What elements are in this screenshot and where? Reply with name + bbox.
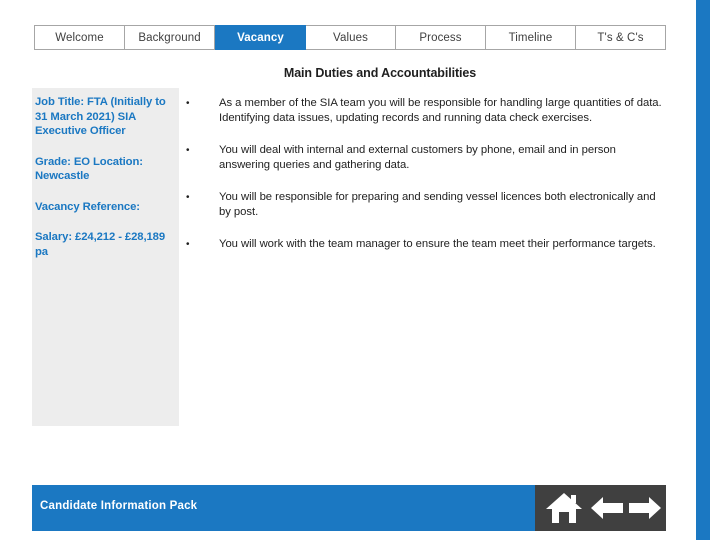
bullet-text: You will be responsible for preparing an… [219, 191, 656, 218]
section-title: Main Duties and Accountabilities [283, 66, 477, 80]
bullet-text: As a member of the SIA team you will be … [219, 97, 662, 124]
right-edge-bar [696, 0, 720, 540]
home-icon[interactable] [543, 490, 585, 526]
tab-values[interactable]: Values [306, 25, 396, 50]
tab-bar: Welcome Background Vacancy Values Proces… [34, 25, 666, 50]
right-edge-bar-inner [710, 0, 720, 540]
slide: Welcome Background Vacancy Values Proces… [0, 0, 720, 540]
tab-terms-and-conditions[interactable]: T's & C's [576, 25, 666, 50]
footer-nav-icons [535, 485, 666, 531]
bullet-text: You will deal with internal and external… [219, 144, 616, 171]
list-item: • As a member of the SIA team you will b… [186, 96, 666, 125]
salary-detail: Salary: £24,212 - £28,189 pa [35, 231, 166, 258]
bullet-marker-icon: • [186, 145, 190, 156]
tab-welcome[interactable]: Welcome [34, 25, 125, 50]
grade-location-detail: Grade: EO Location: Newcastle [35, 155, 143, 183]
job-title-detail: Job Title: FTA (Initially to 31 March 20… [35, 96, 166, 137]
tab-vacancy[interactable]: Vacancy [215, 25, 306, 50]
list-item: • You will deal with internal and extern… [186, 143, 666, 172]
job-details-list: Job Title: FTA (Initially to 31 March 20… [35, 95, 175, 275]
arrow-left-icon[interactable] [589, 493, 625, 523]
footer-label: Candidate Information Pack [40, 500, 198, 512]
list-item: • You will work with the team manager to… [186, 237, 666, 252]
vacancy-reference-detail: Vacancy Reference: [35, 200, 140, 213]
bullet-marker-icon: • [186, 192, 190, 203]
duties-bullet-list: • As a member of the SIA team you will b… [186, 96, 666, 270]
tab-timeline[interactable]: Timeline [486, 25, 576, 50]
tab-process[interactable]: Process [396, 25, 486, 50]
arrow-right-icon[interactable] [627, 493, 663, 523]
tab-background[interactable]: Background [125, 25, 215, 50]
bullet-text: You will work with the team manager to e… [219, 238, 656, 250]
bullet-marker-icon: • [186, 98, 190, 109]
bullet-marker-icon: • [186, 239, 190, 250]
list-item: • You will be responsible for preparing … [186, 190, 666, 219]
